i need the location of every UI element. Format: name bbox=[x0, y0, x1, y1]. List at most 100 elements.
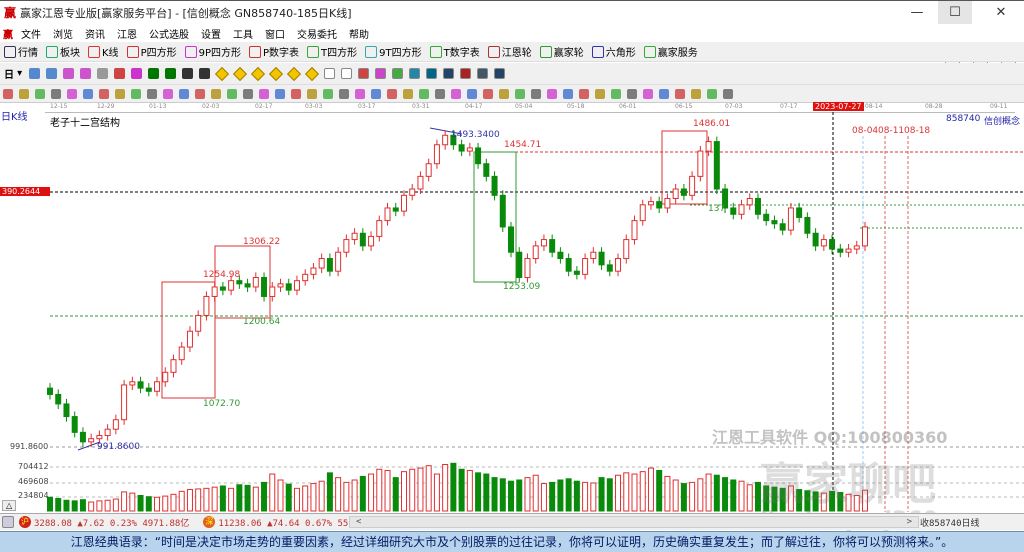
volume-bar bbox=[689, 481, 696, 512]
volume-bar bbox=[269, 473, 276, 512]
candle bbox=[79, 431, 86, 443]
candle bbox=[483, 163, 490, 177]
candle bbox=[639, 204, 646, 222]
volume-bar bbox=[392, 477, 399, 512]
volume-bar bbox=[573, 480, 580, 512]
candle bbox=[129, 381, 136, 386]
candle bbox=[656, 201, 663, 209]
candle bbox=[211, 286, 218, 297]
volume-bar bbox=[71, 500, 78, 512]
watermark-logo-text: 赢家聊吧 bbox=[760, 459, 936, 510]
candle bbox=[326, 258, 333, 272]
volume-bar bbox=[79, 499, 86, 512]
volume-bar bbox=[647, 467, 654, 512]
candle bbox=[754, 197, 761, 215]
candle bbox=[820, 239, 827, 247]
volume-axis-label: 469608 bbox=[18, 477, 49, 486]
candle bbox=[384, 207, 391, 222]
volume-bar bbox=[219, 485, 226, 512]
stock-name: 信创概念 bbox=[984, 117, 1021, 127]
candle bbox=[145, 387, 152, 392]
candle bbox=[409, 188, 416, 196]
annotation-label: 1253.09 bbox=[503, 282, 541, 292]
volume-bar bbox=[211, 486, 218, 512]
candle bbox=[796, 207, 803, 218]
volume-bar bbox=[236, 484, 243, 512]
volume-bar bbox=[129, 492, 136, 512]
volume-bar bbox=[400, 471, 407, 512]
volume-bar bbox=[310, 483, 317, 512]
volume-bar bbox=[302, 485, 309, 512]
volume-bar bbox=[466, 469, 473, 512]
volume-bar bbox=[664, 475, 671, 512]
volume-bar bbox=[516, 479, 523, 512]
candle bbox=[71, 416, 78, 433]
candle bbox=[228, 280, 235, 291]
volume-bar bbox=[376, 468, 383, 512]
volume-bar bbox=[458, 468, 465, 512]
volume-bar bbox=[590, 482, 597, 512]
volume-bar bbox=[318, 480, 325, 512]
volume-bar bbox=[55, 497, 62, 512]
annotation-label: 1254.98 bbox=[203, 270, 241, 280]
candle bbox=[540, 239, 547, 247]
annotation-label: 1306.22 bbox=[243, 237, 281, 247]
horizontal-scrollbar[interactable]: < > bbox=[349, 516, 919, 528]
sh-index-value[interactable]: 3288.08 ▲7.62 0.23% 4971.88亿 bbox=[34, 516, 189, 529]
candle bbox=[549, 239, 556, 253]
volume-bar bbox=[343, 481, 350, 512]
candle bbox=[368, 235, 375, 247]
volume-bar bbox=[598, 477, 605, 512]
volume-bar bbox=[656, 469, 663, 512]
candle bbox=[812, 232, 819, 247]
panel-toggle-button[interactable]: △ bbox=[2, 500, 17, 511]
candle bbox=[763, 213, 770, 222]
candle bbox=[121, 384, 128, 421]
candle bbox=[508, 226, 515, 253]
volume-bar bbox=[162, 495, 169, 512]
candle bbox=[557, 251, 564, 260]
volume-bar bbox=[137, 494, 144, 512]
scroll-right-button[interactable]: > bbox=[907, 517, 912, 527]
volume-bar bbox=[112, 498, 119, 512]
candle bbox=[219, 286, 226, 291]
quote-banner: 江恩经典语录：“时间是决定市场走势的重要因素，经过详细研究大市及个别股票的过往记… bbox=[0, 531, 1024, 552]
volume-bar bbox=[203, 487, 210, 512]
volume-bar bbox=[475, 472, 482, 512]
candle bbox=[433, 144, 440, 165]
volume-bar bbox=[63, 499, 70, 512]
candle bbox=[713, 141, 720, 190]
candle bbox=[55, 393, 62, 405]
candle bbox=[400, 194, 407, 212]
candle bbox=[277, 283, 284, 288]
candle bbox=[137, 381, 144, 389]
volume-bar bbox=[557, 479, 564, 512]
volume-bar bbox=[170, 493, 177, 512]
candle bbox=[359, 232, 366, 247]
scroll-left-button[interactable]: < bbox=[356, 517, 361, 527]
candle bbox=[318, 258, 325, 269]
candle bbox=[771, 220, 778, 225]
annotation-label: 1072.70 bbox=[203, 399, 241, 409]
candle bbox=[862, 226, 868, 247]
candle bbox=[516, 251, 523, 279]
candle bbox=[606, 264, 613, 272]
candle bbox=[845, 248, 852, 253]
candle bbox=[261, 277, 268, 297]
candle bbox=[623, 239, 630, 260]
annotation-label: 1454.71 bbox=[504, 140, 542, 150]
candle bbox=[672, 188, 679, 199]
candle bbox=[664, 197, 671, 209]
volume-bar bbox=[697, 478, 704, 512]
volume-bar bbox=[450, 462, 457, 512]
candle bbox=[47, 387, 53, 395]
future-date: 08-18 bbox=[904, 126, 931, 136]
volume-axis-label: 234804 bbox=[18, 491, 49, 500]
volume-bar bbox=[722, 477, 729, 512]
stock-code: 858740 bbox=[946, 114, 981, 124]
period-label: 日K线 bbox=[1, 112, 28, 123]
candle bbox=[532, 245, 539, 260]
volume-bar bbox=[672, 479, 679, 512]
volume-bar bbox=[540, 483, 547, 512]
future-date: 08-04 bbox=[852, 126, 879, 136]
